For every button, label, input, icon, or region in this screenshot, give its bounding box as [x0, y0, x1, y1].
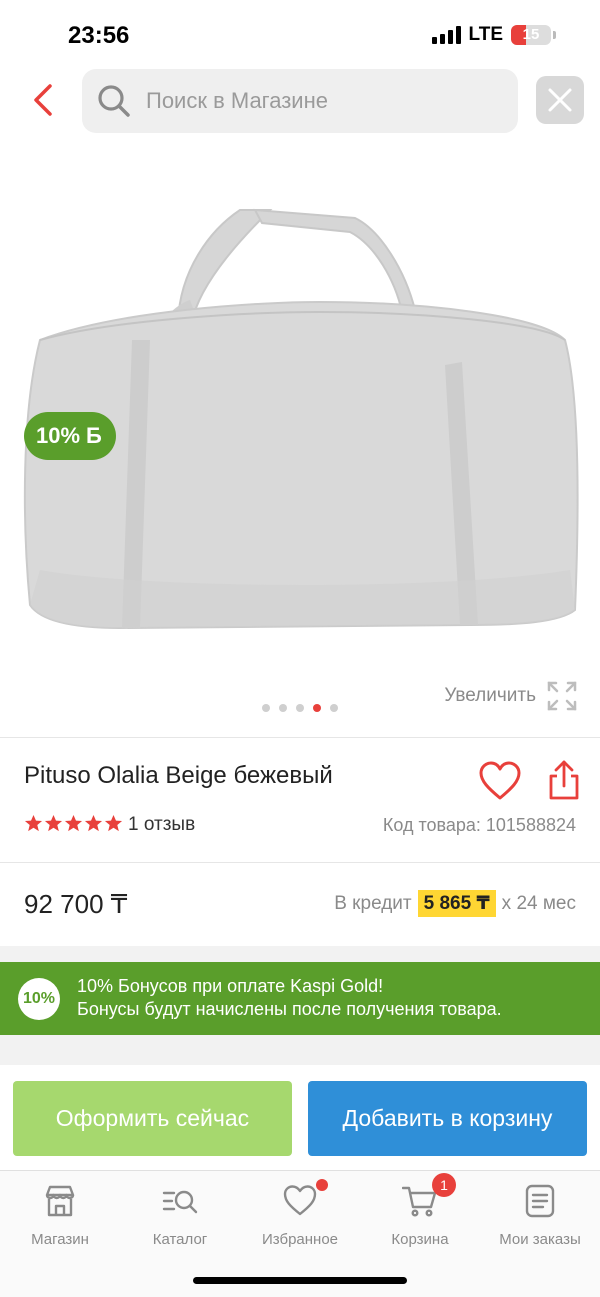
battery-icon: 15	[511, 25, 551, 45]
add-to-cart-button[interactable]: Добавить в корзину	[308, 1081, 587, 1156]
store-icon	[45, 1185, 75, 1217]
rating-stars	[24, 814, 123, 833]
order-now-button[interactable]: Оформить сейчас	[13, 1081, 292, 1156]
expand-icon	[547, 681, 577, 711]
product-gallery[interactable]: 10% Б Увеличить	[0, 150, 600, 730]
battery-level: 15	[522, 26, 540, 43]
catalog-search-icon	[162, 1190, 198, 1214]
divider	[0, 862, 600, 863]
pagination-dot[interactable]	[279, 704, 287, 712]
credit-info[interactable]: В кредит 5 865 ₸ х 24 мес	[334, 890, 576, 917]
signal-icon	[431, 26, 461, 44]
close-icon	[548, 88, 572, 112]
promo-line2: Бонусы будут начислены после получения т…	[77, 999, 502, 1019]
status-time: 23:56	[68, 22, 130, 49]
cart-count-badge: 1	[432, 1173, 456, 1197]
product-title: Pituso Olalia Beige бежевый	[24, 762, 333, 789]
star-icon	[84, 814, 103, 832]
nav-label: Избранное	[261, 1231, 339, 1248]
section-separator	[0, 946, 600, 962]
product-sku: Код товара: 101588824	[382, 815, 576, 835]
search-icon	[98, 85, 130, 117]
pagination-dot[interactable]	[313, 704, 321, 712]
credit-prefix: В кредит	[334, 892, 412, 914]
zoom-button[interactable]: Увеличить	[444, 680, 578, 712]
pagination-dot[interactable]	[296, 704, 304, 712]
star-icon	[64, 814, 83, 832]
nav-item-store[interactable]: Магазин	[0, 1183, 120, 1248]
nav-label: Каталог	[152, 1231, 208, 1248]
back-button[interactable]	[28, 80, 60, 120]
status-indicators: LTE 15	[431, 24, 556, 46]
promo-line1: 10% Бонусов при оплате Kaspi Gold!	[77, 976, 384, 996]
search-input[interactable]	[146, 69, 506, 133]
nav-item-favorites[interactable]: Избранное	[240, 1179, 360, 1248]
zoom-label: Увеличить	[444, 685, 536, 706]
pagination-dot[interactable]	[330, 704, 338, 712]
close-button[interactable]	[536, 76, 584, 124]
share-icon	[549, 760, 579, 800]
nav-label: Магазин	[31, 1231, 89, 1248]
star-icon	[24, 814, 43, 832]
product-price: 92 700 ₸	[24, 889, 128, 919]
orders-icon	[525, 1184, 555, 1218]
credit-term: х 24 мес	[501, 892, 576, 914]
divider	[0, 737, 600, 738]
nav-label: Корзина	[391, 1231, 449, 1248]
notification-dot	[316, 1179, 328, 1191]
star-icon	[104, 814, 123, 832]
star-icon	[44, 814, 63, 832]
search-box[interactable]	[82, 69, 518, 133]
nav-label: Мои заказы	[499, 1231, 581, 1248]
heart-icon	[283, 1185, 317, 1216]
nav-item-catalog[interactable]: Каталог	[120, 1183, 240, 1248]
network-label: LTE	[468, 24, 503, 45]
nav-item-cart[interactable]: 1 Корзина	[360, 1173, 480, 1248]
section-separator	[0, 1035, 600, 1065]
favorite-button[interactable]	[478, 760, 522, 804]
reviews-link[interactable]: 1 отзыв	[128, 814, 195, 836]
home-indicator[interactable]	[193, 1277, 407, 1284]
kaspi-promo-banner[interactable]: 10% 10% Бонусов при оплате Kaspi Gold! Б…	[0, 962, 600, 1035]
search-header	[0, 68, 600, 134]
heart-icon	[479, 761, 521, 800]
nav-item-orders[interactable]: Мои заказы	[480, 1183, 600, 1248]
bonus-badge-symbol: Б	[86, 423, 102, 448]
bonus-badge-percent: 10%	[36, 423, 81, 448]
promo-badge: 10%	[18, 978, 60, 1020]
status-bar: 23:56 LTE 15	[0, 0, 600, 70]
bonus-badge: 10% Б	[24, 412, 116, 460]
share-button[interactable]	[544, 758, 584, 802]
chevron-left-icon	[34, 84, 52, 116]
credit-amount: 5 865 ₸	[417, 890, 496, 917]
pagination-dot[interactable]	[262, 704, 270, 712]
